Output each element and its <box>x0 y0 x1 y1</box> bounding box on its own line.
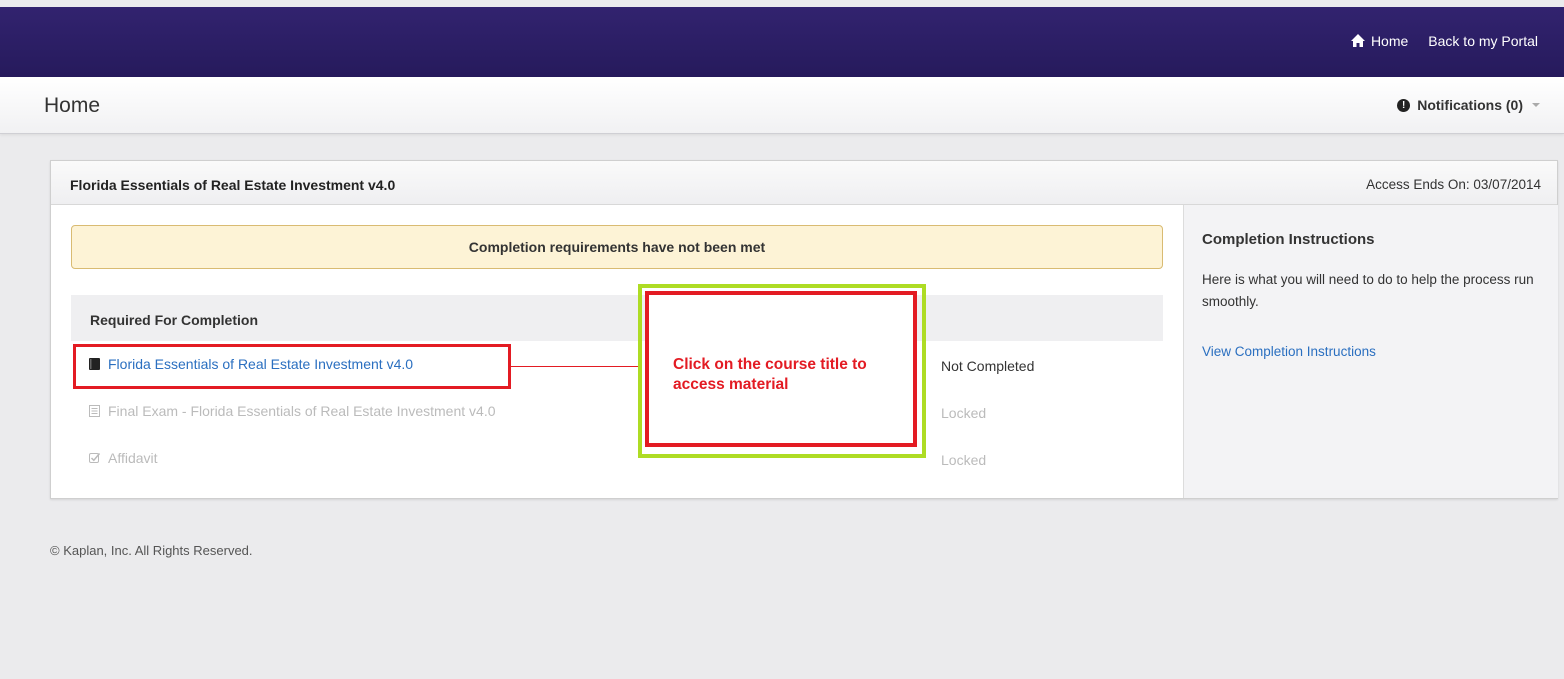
annotation-connector-line <box>511 366 639 367</box>
view-completion-instructions-link[interactable]: View Completion Instructions <box>1202 344 1376 359</box>
course-status: Not Completed <box>941 358 1035 374</box>
annotation-callout: Click on the course title to access mate… <box>645 291 917 447</box>
course-title: Florida Essentials of Real Estate Invest… <box>70 177 396 193</box>
completion-instructions-text: Here is what you will need to do to help… <box>1202 272 1534 309</box>
page-title: Home <box>44 94 101 117</box>
checkbox-icon <box>89 453 100 463</box>
footer-copyright: © Kaplan, Inc. All Rights Reserved. <box>50 543 253 558</box>
course-title-highlight <box>73 344 511 389</box>
alert-icon: ! <box>1397 98 1411 112</box>
access-ends-date: Access Ends On: 03/07/2014 <box>1366 177 1541 192</box>
required-for-completion-label: Required For Completion <box>90 312 258 328</box>
course-panel-header: Florida Essentials of Real Estate Invest… <box>51 161 1557 205</box>
page-header: Home ! Notifications (0) <box>0 77 1564 134</box>
home-link-label: Home <box>1370 33 1409 49</box>
chevron-down-icon <box>1532 103 1540 107</box>
affidavit-status: Locked <box>941 452 987 468</box>
top-navbar: Home Back to my Portal <box>0 7 1564 77</box>
completion-alert: Completion requirements have not been me… <box>71 225 1163 269</box>
completion-instructions-title: Completion Instructions <box>1202 231 1375 248</box>
affidavit-label: Affidavit <box>108 450 158 466</box>
notifications-dropdown[interactable]: ! Notifications (0) <box>1397 97 1540 113</box>
affidavit-item: Affidavit <box>71 450 158 466</box>
back-to-portal-link[interactable]: Back to my Portal <box>1428 33 1538 49</box>
final-exam-status: Locked <box>941 405 987 421</box>
home-icon <box>1350 34 1365 47</box>
top-nav-links: Home Back to my Portal <box>1350 33 1538 49</box>
final-exam-label: Final Exam - Florida Essentials of Real … <box>108 403 496 419</box>
notifications-label: Notifications (0) <box>1417 97 1523 113</box>
completion-instructions-sidebar: Completion Instructions Here is what you… <box>1183 205 1558 498</box>
document-icon <box>89 405 100 417</box>
annotation-callout-text: Click on the course title to access mate… <box>673 356 867 393</box>
home-link[interactable]: Home <box>1350 33 1409 49</box>
final-exam-item: Final Exam - Florida Essentials of Real … <box>71 403 496 419</box>
required-for-completion-header: Required For Completion <box>71 295 1163 341</box>
